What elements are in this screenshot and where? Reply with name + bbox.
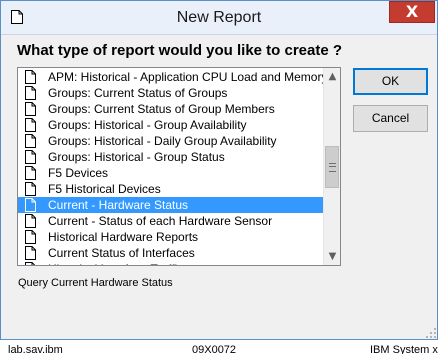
document-icon: [25, 198, 36, 212]
list-item-label: Historical Interface Traffic: [48, 261, 183, 265]
scroll-down-arrow-icon[interactable]: ▼: [324, 248, 340, 265]
list-item[interactable]: Current - Hardware Status: [18, 197, 323, 213]
list-item[interactable]: Groups: Current Status of Group Members: [18, 101, 323, 117]
document-icon: [25, 262, 36, 265]
list-item[interactable]: F5 Devices: [18, 165, 323, 181]
list-item[interactable]: Groups: Historical - Group Availability: [18, 117, 323, 133]
scroll-thumb[interactable]: [325, 146, 339, 188]
close-button[interactable]: X: [389, 1, 435, 23]
list-item[interactable]: Groups: Historical - Daily Group Availab…: [18, 133, 323, 149]
scroll-up-arrow-icon[interactable]: ▲: [324, 68, 340, 85]
list-item[interactable]: Historical Hardware Reports: [18, 229, 323, 245]
list-item[interactable]: Current - Status of each Hardware Sensor: [18, 213, 323, 229]
report-type-list[interactable]: APM: Historical - Application CPU Load a…: [17, 67, 341, 266]
ok-button[interactable]: OK: [353, 68, 428, 95]
vertical-scrollbar[interactable]: ▲ ▼: [323, 68, 340, 265]
grip-icon: [329, 163, 336, 172]
list-item-label: APM: Historical - Application CPU Load a…: [48, 70, 328, 84]
list-item-label: Historical Hardware Reports: [48, 230, 199, 244]
document-icon: [25, 118, 36, 132]
list-item-label: Groups: Current Status of Group Members: [48, 102, 275, 116]
report-description: Query Current Hardware Status: [18, 277, 173, 289]
list-item-label: Current Status of Interfaces: [48, 246, 195, 260]
document-icon: [25, 182, 36, 196]
background-id-text: 09X0072: [192, 344, 237, 354]
list-item[interactable]: F5 Historical Devices: [18, 181, 323, 197]
report-list-items: APM: Historical - Application CPU Load a…: [18, 69, 327, 265]
new-report-dialog: New Report X What type of report would y…: [0, 0, 438, 340]
list-item[interactable]: Historical Interface Traffic: [18, 261, 323, 265]
list-item-label: F5 Devices: [48, 166, 109, 180]
title-bar[interactable]: New Report X: [1, 1, 437, 35]
list-item-label: Current - Status of each Hardware Sensor: [48, 214, 273, 228]
document-icon: [25, 102, 36, 116]
list-item[interactable]: Groups: Historical - Group Status: [18, 149, 323, 165]
list-item-label: Groups: Current Status of Groups: [48, 86, 228, 100]
document-icon: [25, 246, 36, 260]
document-icon: [25, 214, 36, 228]
report-type-question: What type of report would you like to cr…: [17, 42, 343, 59]
document-icon: [25, 230, 36, 244]
close-icon: X: [405, 2, 419, 21]
document-icon: [25, 134, 36, 148]
background-window-strip: lab.sav.ibm 09X0072 IBM System x: [0, 340, 438, 354]
document-icon: [25, 86, 36, 100]
list-item-label: F5 Historical Devices: [48, 182, 161, 196]
list-item-label: Groups: Historical - Group Availability: [48, 118, 247, 132]
background-host-text: lab.sav.ibm: [8, 344, 63, 354]
list-item[interactable]: APM: Historical - Application CPU Load a…: [18, 69, 327, 85]
list-item[interactable]: Current Status of Interfaces: [18, 245, 323, 261]
list-item-label: Current - Hardware Status: [48, 198, 189, 212]
list-item-label: Groups: Historical - Group Status: [48, 150, 225, 164]
document-icon: [25, 150, 36, 164]
cancel-button[interactable]: Cancel: [353, 105, 428, 132]
document-icon: [25, 70, 36, 84]
resize-grip-icon[interactable]: [425, 327, 437, 339]
list-item[interactable]: Groups: Current Status of Groups: [18, 85, 323, 101]
dialog-title: New Report: [176, 9, 262, 26]
list-item-label: Groups: Historical - Daily Group Availab…: [48, 134, 277, 148]
background-system-text: IBM System x: [370, 344, 438, 354]
document-icon: [25, 166, 36, 180]
